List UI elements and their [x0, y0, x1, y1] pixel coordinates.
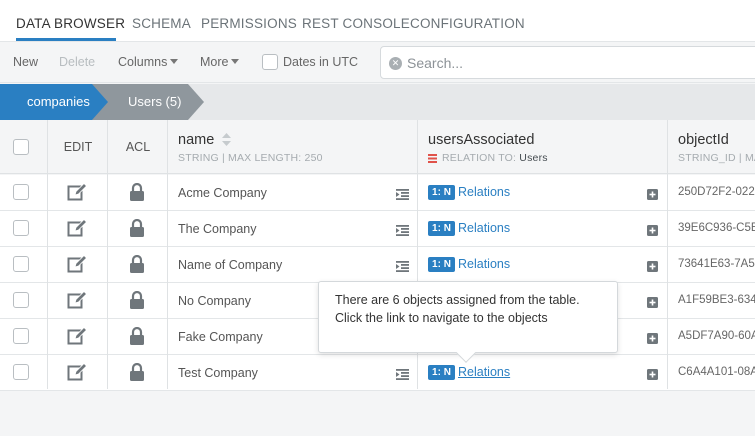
breadcrumb-item-companies[interactable]: companies	[27, 94, 90, 109]
sort-icon[interactable]	[222, 133, 231, 146]
cell-name[interactable]: Fake Company	[178, 330, 263, 344]
relation-badge: 1: N	[428, 221, 455, 236]
tab-rest-console[interactable]: REST CONSOLE	[302, 16, 410, 31]
expand-cell-icon[interactable]	[396, 367, 409, 385]
column-divider	[107, 120, 108, 389]
cell-name[interactable]: The Company	[178, 222, 257, 236]
add-relation-icon[interactable]	[647, 367, 658, 385]
search-input[interactable]	[407, 53, 755, 73]
relation-badge: 1: N	[428, 257, 455, 272]
row-checkbox[interactable]	[13, 220, 29, 236]
header-users-title[interactable]: usersAssociated	[428, 132, 534, 148]
add-relation-icon[interactable]	[647, 331, 658, 349]
edit-icon[interactable]	[67, 362, 88, 386]
relations-link[interactable]: Relations	[458, 257, 510, 271]
lock-icon[interactable]	[129, 218, 145, 242]
lock-icon[interactable]	[129, 290, 145, 314]
column-divider	[667, 120, 668, 389]
cell-name[interactable]: No Company	[178, 294, 251, 308]
header-acl: ACL	[125, 140, 151, 154]
edit-icon[interactable]	[67, 182, 88, 206]
toolbar: New Delete Columns More Dates in UTC ✕	[0, 42, 755, 83]
breadcrumb-item-users[interactable]: Users (5)	[128, 94, 181, 109]
cell-objectid[interactable]: 73641E63-7A5	[678, 258, 755, 270]
edit-icon[interactable]	[67, 254, 88, 278]
tab-permissions[interactable]: PERMISSIONS	[201, 16, 297, 31]
header-objectid-sub: STRING_ID | MA	[678, 152, 755, 164]
cell-name[interactable]: Acme Company	[178, 186, 267, 200]
chevron-down-icon	[231, 59, 240, 65]
edit-icon[interactable]	[67, 326, 88, 350]
table-header: EDIT ACL name STRING | MAX LENGTH: 250 u…	[0, 120, 755, 174]
header-name-title[interactable]: name	[178, 132, 214, 148]
add-relation-icon[interactable]	[647, 223, 658, 241]
top-nav: DATA BROWSER SCHEMA PERMISSIONS REST CON…	[0, 0, 755, 42]
table-row[interactable]: Acme Company 1: N Relations 250D72F2-022	[0, 175, 755, 211]
table-row[interactable]: The Company 1: N Relations 39E6C936-C5E	[0, 211, 755, 247]
cell-objectid[interactable]: C6A4A101-08A	[678, 366, 755, 378]
breadcrumb: companies Users (5)	[0, 84, 755, 120]
new-button[interactable]: New	[13, 55, 38, 69]
expand-cell-icon[interactable]	[396, 187, 409, 205]
edit-icon[interactable]	[67, 290, 88, 314]
lock-icon[interactable]	[129, 182, 145, 206]
row-checkbox[interactable]	[13, 292, 29, 308]
relation-icon	[428, 154, 437, 163]
relation-badge: 1: N	[428, 185, 455, 200]
cell-objectid[interactable]: 39E6C936-C5E	[678, 222, 755, 234]
tab-schema[interactable]: SCHEMA	[132, 16, 191, 31]
edit-icon[interactable]	[67, 218, 88, 242]
cell-name[interactable]: Test Company	[178, 366, 258, 380]
dates-in-utc-label: Dates in UTC	[283, 55, 359, 69]
clear-search-icon[interactable]: ✕	[389, 57, 402, 70]
lock-icon[interactable]	[129, 326, 145, 350]
add-relation-icon[interactable]	[647, 259, 658, 277]
header-edit: EDIT	[63, 140, 93, 154]
row-checkbox[interactable]	[13, 364, 29, 380]
tab-configuration[interactable]: CONFIGURATION	[410, 16, 525, 31]
row-checkbox[interactable]	[13, 256, 29, 272]
row-checkbox[interactable]	[13, 184, 29, 200]
more-label: More	[200, 55, 229, 69]
column-divider	[47, 120, 48, 389]
dates-in-utc-checkbox[interactable]	[262, 54, 278, 70]
active-tab-indicator	[16, 38, 116, 41]
tooltip-text: There are 6 objects assigned from the ta…	[335, 293, 580, 325]
relations-link[interactable]: Relations	[458, 221, 510, 235]
select-all-checkbox[interactable]	[13, 139, 29, 155]
cell-objectid[interactable]: 250D72F2-022	[678, 186, 755, 198]
relation-to-label: RELATION TO:	[442, 152, 517, 164]
expand-cell-icon[interactable]	[396, 259, 409, 277]
cell-objectid[interactable]: A5DF7A90-60A	[678, 330, 755, 342]
search-box: ✕	[380, 46, 755, 79]
relation-badge: 1: N	[428, 365, 455, 380]
columns-dropdown[interactable]: Columns	[118, 55, 179, 69]
table-row[interactable]: Name of Company 1: N Relations 73641E63-7A5	[0, 247, 755, 283]
chevron-down-icon	[170, 59, 179, 65]
table-row[interactable]: Test Company 1: N Relations C6A4A101-08A	[0, 355, 755, 391]
column-divider	[167, 120, 168, 389]
header-name-sub: STRING | MAX LENGTH: 250	[178, 152, 323, 164]
add-relation-icon[interactable]	[647, 295, 658, 313]
cell-name[interactable]: Name of Company	[178, 258, 282, 272]
relations-link[interactable]: Relations	[458, 185, 510, 199]
more-dropdown[interactable]: More	[200, 55, 240, 69]
relations-link[interactable]: Relations	[458, 365, 510, 379]
lock-icon[interactable]	[129, 362, 145, 386]
relations-tooltip: There are 6 objects assigned from the ta…	[318, 281, 618, 363]
row-checkbox[interactable]	[13, 328, 29, 344]
expand-cell-icon[interactable]	[396, 223, 409, 241]
columns-label: Columns	[118, 55, 168, 69]
add-relation-icon[interactable]	[647, 187, 658, 205]
header-objectid-title[interactable]: objectId	[678, 132, 729, 148]
lock-icon[interactable]	[129, 254, 145, 278]
cell-objectid[interactable]: A1F59BE3-634	[678, 294, 755, 306]
tab-data-browser[interactable]: DATA BROWSER	[16, 16, 125, 31]
header-users-sub: RELATION TO: Users	[442, 152, 548, 164]
relation-target: Users	[519, 152, 548, 164]
delete-button[interactable]: Delete	[59, 55, 95, 69]
